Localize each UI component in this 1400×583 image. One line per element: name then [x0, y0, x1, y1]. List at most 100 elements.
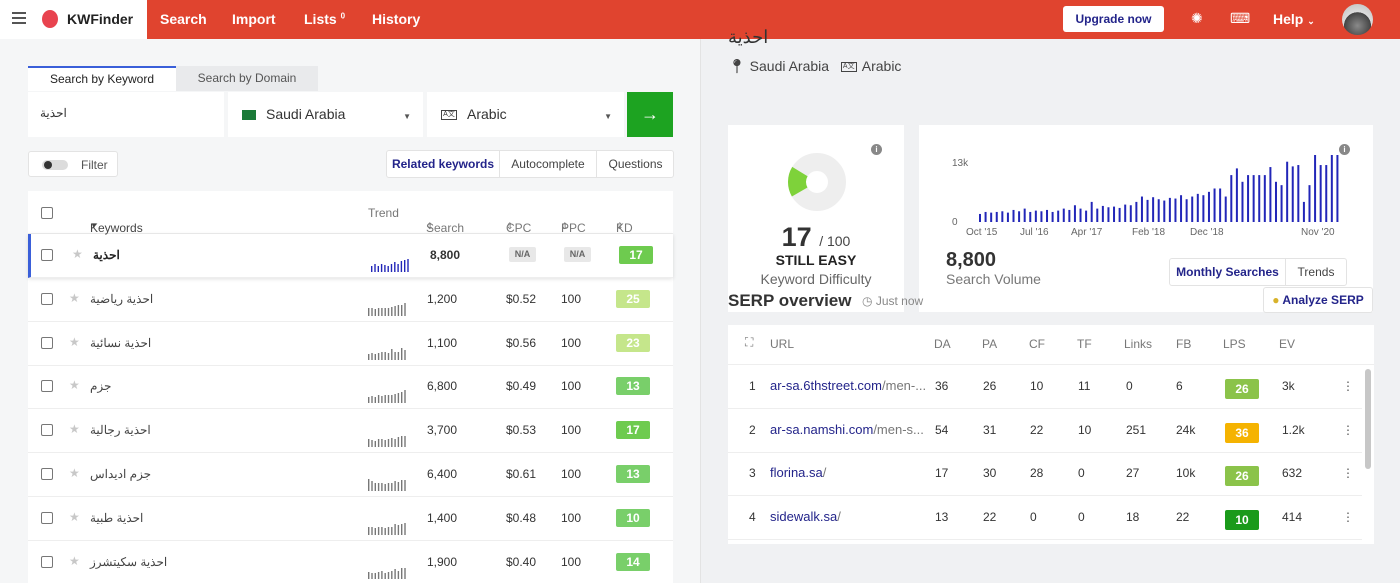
- keyword-text[interactable]: احذية رياضية: [90, 292, 153, 306]
- star-icon[interactable]: ★: [72, 247, 83, 261]
- keyword-row[interactable]: ★ احذية سكيتشرز 1,900 $0.40 100 14: [28, 541, 673, 583]
- star-icon[interactable]: ★: [69, 422, 80, 436]
- more-options-icon[interactable]: ⋮: [1342, 466, 1354, 480]
- col-cf[interactable]: CF: [1029, 337, 1045, 351]
- keyword-row[interactable]: ★ احذية رياضية 1,200 $0.52 100 25: [28, 278, 673, 322]
- star-icon[interactable]: ★: [69, 510, 80, 524]
- tab-autocomplete[interactable]: Autocomplete: [500, 151, 597, 177]
- serp-url[interactable]: florina.sa/: [770, 465, 826, 480]
- col-links[interactable]: Links: [1124, 337, 1152, 351]
- trend-bar: [371, 266, 373, 272]
- search-go-button[interactable]: →: [627, 92, 673, 137]
- more-options-icon[interactable]: ⋮: [1342, 379, 1354, 393]
- volume-bar: [1040, 211, 1043, 222]
- tab-search-by-domain[interactable]: Search by Domain: [176, 66, 318, 91]
- keyword-row[interactable]: ★ احذية طبية 1,400 $0.48 100 10: [28, 497, 673, 541]
- row-checkbox[interactable]: [41, 511, 53, 524]
- serp-fb: 10k: [1176, 466, 1196, 481]
- upgrade-button[interactable]: Upgrade now: [1063, 6, 1164, 32]
- serp-scrollbar[interactable]: [1365, 369, 1371, 469]
- serp-url[interactable]: ar-sa.namshi.com/men-s...: [770, 422, 924, 437]
- keyword-text[interactable]: احذية رجالية: [90, 423, 151, 437]
- tab-search-by-keyword[interactable]: Search by Keyword: [28, 66, 176, 91]
- row-checkbox[interactable]: [41, 380, 53, 393]
- row-checkbox[interactable]: [41, 336, 53, 349]
- row-checkbox[interactable]: [41, 555, 53, 568]
- keyword-text[interactable]: احذية طبية: [90, 511, 143, 525]
- info-icon[interactable]: i: [871, 144, 882, 155]
- row-checkbox[interactable]: [41, 292, 53, 305]
- trend-bar: [404, 436, 406, 448]
- keyword-text[interactable]: احذية نسائية: [90, 336, 151, 350]
- keyword-row[interactable]: ★ احذية 8,800 N/A N/A 17: [28, 234, 673, 278]
- serp-url[interactable]: ar-sa.6thstreet.com/men-...: [770, 378, 926, 393]
- cpc-value: $0.52: [506, 291, 537, 306]
- star-icon[interactable]: ★: [69, 335, 80, 349]
- keyword-row[interactable]: ★ جزم 6,800 $0.49 100 13: [28, 365, 673, 410]
- row-checkbox[interactable]: [41, 249, 53, 261]
- keyword-row[interactable]: ★ احذية نسائية 1,100 $0.56 100 23: [28, 322, 673, 366]
- more-options-icon[interactable]: ⋮: [1342, 423, 1354, 437]
- keyboard-icon[interactable]: ⌨: [1230, 10, 1250, 27]
- cpc-value: $0.48: [506, 510, 537, 525]
- tab-questions[interactable]: Questions: [597, 151, 674, 177]
- serp-url[interactable]: sidewalk.sa/: [770, 509, 841, 524]
- row-checkbox[interactable]: [41, 424, 53, 437]
- trend-bar: [397, 351, 400, 360]
- col-tf[interactable]: TF: [1077, 337, 1092, 351]
- cpc-value: $0.40: [506, 554, 537, 569]
- trend-bar: [381, 396, 383, 404]
- help-menu[interactable]: Help ⌄: [1273, 11, 1315, 27]
- volume-bar: [1174, 198, 1177, 222]
- trend-bar: [384, 395, 386, 404]
- nav-search[interactable]: Search: [160, 11, 207, 27]
- volume-bar: [1308, 185, 1311, 222]
- star-icon[interactable]: ★: [69, 378, 80, 392]
- star-icon[interactable]: ★: [69, 466, 80, 480]
- serp-domain: sidewalk.sa: [770, 509, 838, 525]
- keyword-text[interactable]: احذية سكيتشرز: [90, 555, 167, 569]
- keyword-text[interactable]: جزم اديداس: [90, 467, 151, 481]
- language-select[interactable]: A文 Arabic ▼: [427, 92, 624, 137]
- serp-da: 54: [935, 422, 949, 437]
- trend-bar: [401, 480, 403, 491]
- keyword-text[interactable]: احذية: [93, 248, 120, 262]
- more-options-icon[interactable]: ⋮: [1342, 510, 1354, 524]
- serp-table-header: ⛶ URL DA PA CF TF Links FB LPS EV: [728, 325, 1374, 365]
- keyword-text[interactable]: جزم: [90, 379, 111, 393]
- expand-icon[interactable]: ⛶: [745, 335, 753, 350]
- row-checkbox[interactable]: [41, 468, 53, 480]
- filter-button[interactable]: Filter: [28, 151, 118, 177]
- y-tick-label: 0: [952, 217, 958, 228]
- tab-monthly-searches[interactable]: Monthly Searches: [1170, 259, 1286, 285]
- trend-bar: [371, 307, 373, 316]
- serp-cf: 28: [1030, 466, 1044, 481]
- avatar[interactable]: [1342, 4, 1373, 35]
- star-icon[interactable]: ★: [69, 291, 80, 305]
- keyword-row[interactable]: ★ احذية رجالية 3,700 $0.53 100 17: [28, 409, 673, 454]
- country-select[interactable]: Saudi Arabia ▼: [228, 92, 423, 137]
- nav-import[interactable]: Import: [232, 11, 276, 27]
- star-icon[interactable]: ★: [69, 554, 80, 568]
- col-fb[interactable]: FB: [1176, 337, 1191, 351]
- keyword-row[interactable]: ★ جزم اديداس 6,400 $0.61 100 13: [28, 453, 673, 497]
- col-lps[interactable]: LPS: [1223, 337, 1246, 351]
- col-ev[interactable]: EV: [1279, 337, 1295, 351]
- trend-bar: [394, 394, 396, 404]
- col-search-label: Search: [426, 221, 465, 235]
- filter-toggle[interactable]: [42, 160, 68, 170]
- nav-history[interactable]: History: [372, 11, 420, 27]
- menu-icon[interactable]: [12, 12, 26, 26]
- tab-trends[interactable]: Trends: [1286, 259, 1346, 285]
- analyze-serp-button[interactable]: ● Analyze SERP: [1263, 287, 1373, 313]
- col-da[interactable]: DA: [934, 337, 951, 351]
- select-all-checkbox[interactable]: [41, 207, 53, 219]
- tab-related-keywords[interactable]: Related keywords: [387, 151, 500, 177]
- serp-links: 18: [1126, 510, 1140, 525]
- nav-lists[interactable]: Lists 0: [304, 11, 345, 27]
- keyword-input[interactable]: احذية: [28, 92, 224, 137]
- bug-icon[interactable]: ✺: [1191, 10, 1203, 27]
- serp-pa: 31: [983, 422, 997, 437]
- col-pa[interactable]: PA: [982, 337, 997, 351]
- serp-tf: 10: [1078, 422, 1092, 437]
